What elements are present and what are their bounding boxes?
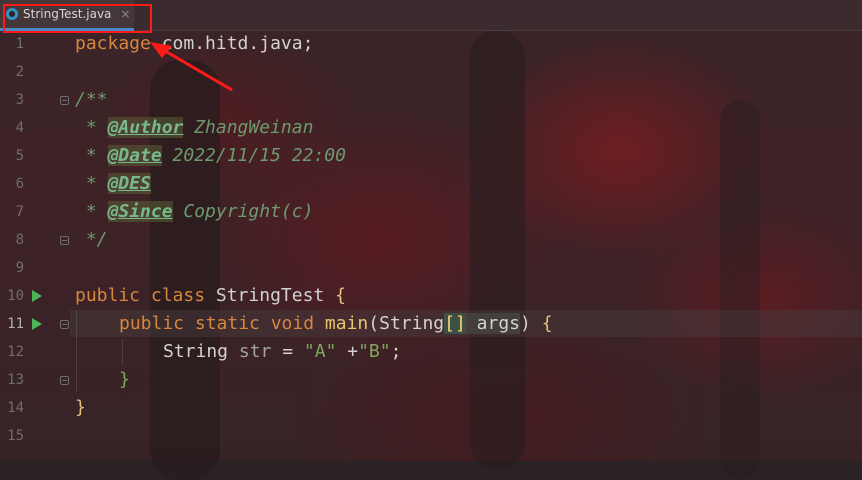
annotation-arrow xyxy=(150,42,233,92)
